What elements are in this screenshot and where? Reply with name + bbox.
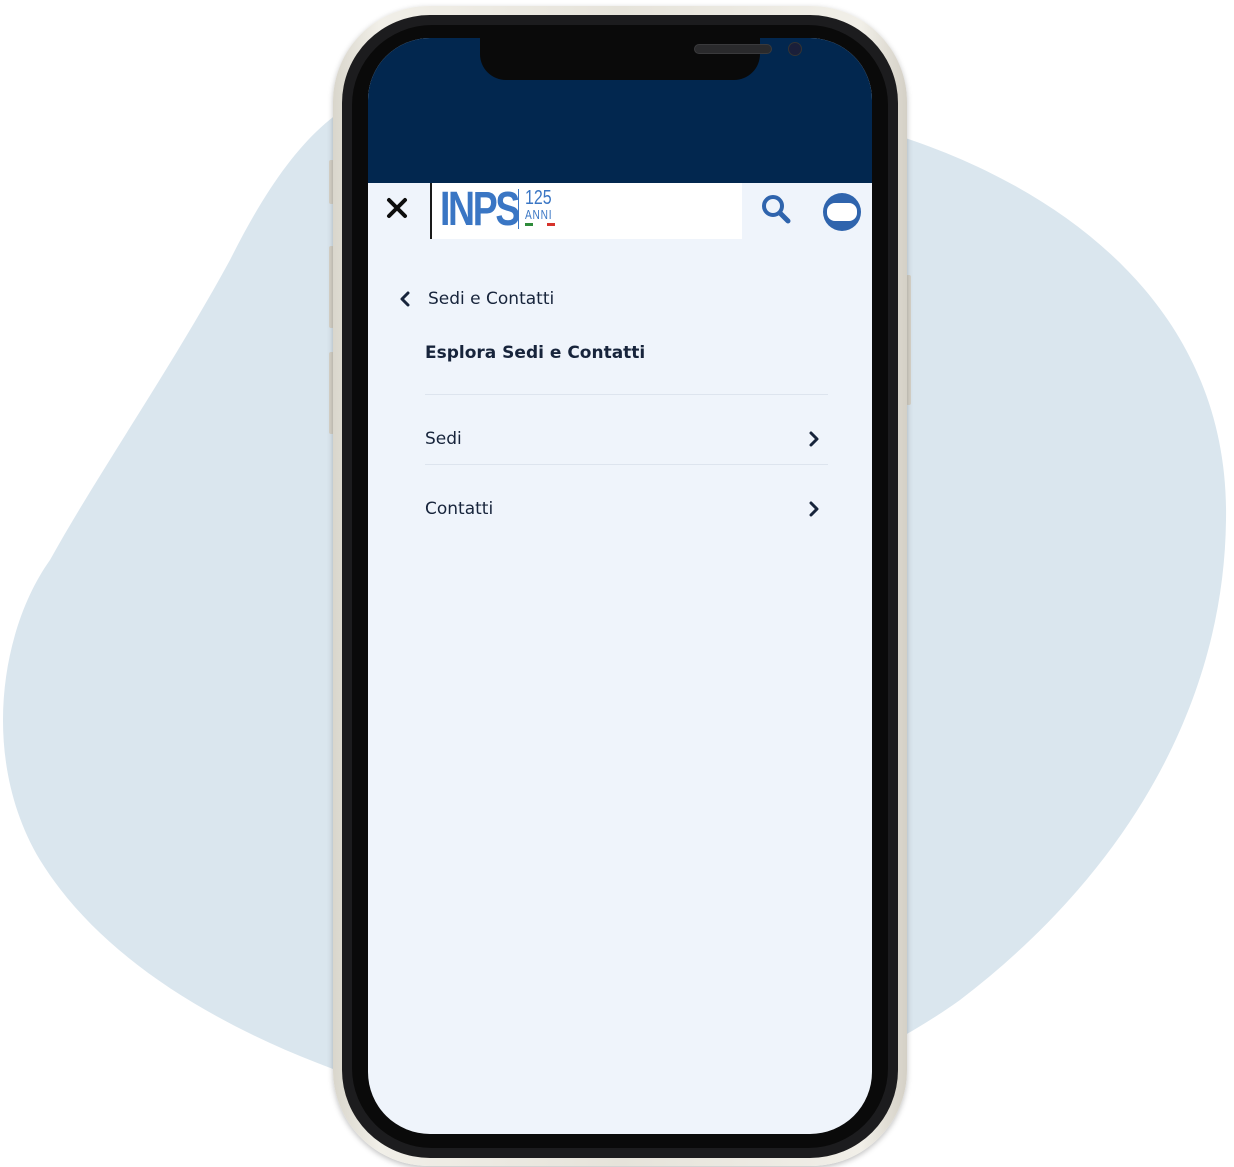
divider: [425, 394, 828, 395]
user-icon: [823, 193, 861, 231]
header: INPS 125 ANNI: [368, 183, 872, 239]
chevron-right-icon: [804, 499, 824, 519]
phone-screen: INPS 125 ANNI Sedi e Contatti Esplora Se…: [368, 38, 872, 1134]
speaker-icon: [694, 44, 772, 54]
back-link-label: Sedi e Contatti: [428, 289, 555, 309]
search-icon: [762, 195, 791, 224]
menu-item-contatti[interactable]: Contatti: [425, 484, 828, 534]
divider: [425, 464, 828, 465]
menu-item-sedi[interactable]: Sedi: [425, 414, 828, 464]
menu-item-label: Sedi: [425, 429, 462, 449]
logo-divider: [518, 189, 519, 229]
stage: INPS 125 ANNI Sedi e Contatti Esplora Se…: [0, 0, 1234, 1167]
logo-number: 125: [525, 187, 552, 209]
logo-text: INPS: [440, 183, 520, 236]
explore-link[interactable]: Esplora Sedi e Contatti: [425, 343, 645, 363]
italian-flag-icon: [525, 223, 555, 226]
menu-item-label: Contatti: [425, 499, 494, 519]
close-button[interactable]: [382, 193, 412, 223]
search-button[interactable]: [758, 191, 794, 227]
logo-sub: ANNI: [525, 207, 553, 222]
logo[interactable]: INPS 125 ANNI: [430, 183, 742, 239]
chevron-left-icon: [398, 291, 412, 307]
user-button[interactable]: [821, 191, 863, 233]
back-link[interactable]: Sedi e Contatti: [398, 283, 554, 315]
close-icon: [387, 198, 407, 218]
chevron-right-icon: [804, 429, 824, 449]
notch: [480, 38, 802, 80]
status-bar-area: [368, 38, 872, 183]
camera-icon: [788, 42, 802, 56]
